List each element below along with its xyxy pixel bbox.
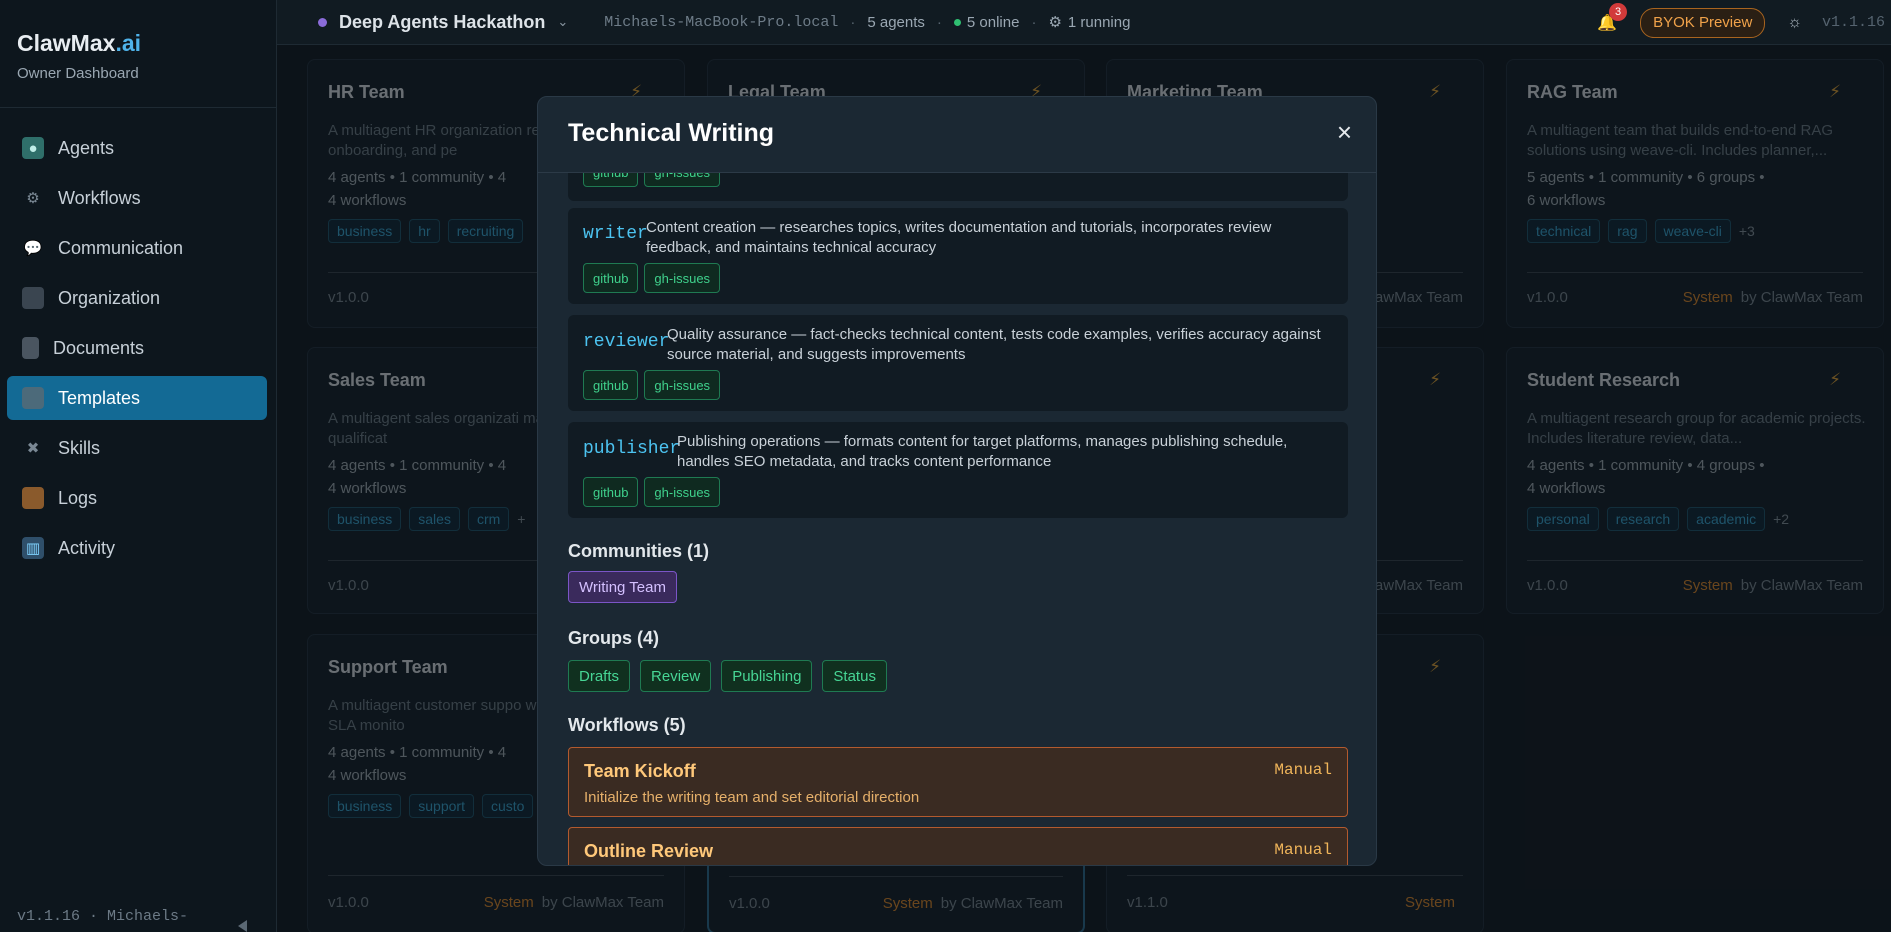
agent-name: publisher xyxy=(583,439,681,459)
gear-icon: ⚙ xyxy=(1048,14,1062,31)
workflow-item[interactable]: Outline Review Manual xyxy=(568,827,1348,865)
workflow-name: Team Kickoff xyxy=(584,761,696,781)
building-icon xyxy=(22,287,44,309)
skill-tag: gh-issues xyxy=(644,173,721,187)
sidebar: ClawMax.ai Owner Dashboard ● Agents ⚙ Work… xyxy=(0,0,277,932)
skill-tag: github xyxy=(583,173,639,187)
agent-name: reviewer xyxy=(583,332,670,352)
agent-skill-tags: github gh-issues xyxy=(583,263,721,293)
skill-tag: github xyxy=(583,477,639,507)
group-tag: Drafts xyxy=(568,660,631,692)
sidebar-item-documents[interactable]: Documents xyxy=(7,326,267,370)
robot-icon: ● xyxy=(22,137,44,159)
byok-preview-button[interactable]: BYOK Preview xyxy=(1640,7,1766,38)
groups-heading: Groups (4) xyxy=(568,628,660,648)
agent-skill-tags: github gh-issues xyxy=(583,173,721,187)
workflow-trigger: Manual xyxy=(1274,841,1332,859)
agent-name: writer xyxy=(583,224,648,244)
sidebar-item-workflows[interactable]: ⚙ Workflows xyxy=(7,176,267,220)
separator-dot: · xyxy=(1031,13,1037,31)
agent-description: Content creation — researches topics, wr… xyxy=(646,219,1272,256)
tools-icon: ✖ xyxy=(26,440,40,457)
group-list: Drafts Review Publishing Status xyxy=(568,660,887,692)
sidebar-item-label: Documents xyxy=(53,337,145,358)
sidebar-item-label: Templates xyxy=(58,387,141,408)
sidebar-divider xyxy=(0,107,277,108)
modal-title: Technical Writing xyxy=(568,119,775,147)
skill-tag: github xyxy=(583,263,639,293)
team-color-dot xyxy=(318,17,327,27)
workflow-item[interactable]: Team Kickoff Manual Initialize the writi… xyxy=(568,747,1348,817)
agent-description: Quality assurance — fact-checks technica… xyxy=(667,326,1321,363)
agent-item: reviewer Quality assurance — fact-checks… xyxy=(568,315,1348,411)
online-status-dot xyxy=(953,18,961,26)
chevron-down-icon[interactable]: ⌄ xyxy=(557,14,568,30)
sidebar-item-label: Agents xyxy=(58,137,115,158)
agent-count: 5 agents xyxy=(867,13,925,31)
sidebar-item-label: Organization xyxy=(58,287,161,308)
sidebar-item-organization[interactable]: Organization xyxy=(7,276,267,320)
separator-dot: · xyxy=(850,13,856,31)
brand-subtitle: Owner Dashboard xyxy=(17,65,139,82)
gear-icon: ⚙ xyxy=(26,190,40,207)
workflow-name: Outline Review xyxy=(584,841,714,861)
template-detail-modal: Technical Writing × github gh-issues wri… xyxy=(537,96,1377,866)
sidebar-nav: ● Agents ⚙ Workflows 💬 Communication Organi… xyxy=(7,126,267,576)
workflow-trigger: Manual xyxy=(1274,761,1332,779)
agent-item: writer Content creation — researches top… xyxy=(568,208,1348,304)
agent-item: publisher Publishing operations — format… xyxy=(568,422,1348,518)
team-selector[interactable]: Deep Agents Hackathon xyxy=(339,12,545,33)
modal-body[interactable]: github gh-issues writer Content creation… xyxy=(568,173,1348,865)
sidebar-item-agents[interactable]: ● Agents xyxy=(7,126,267,170)
host-name: Michaels-MacBook-Pro.local xyxy=(604,13,839,31)
chat-bubble-icon: 💬 xyxy=(23,240,43,257)
sidebar-item-communication[interactable]: 💬 Communication xyxy=(7,226,267,270)
document-icon xyxy=(22,337,39,359)
workflow-description: Initialize the writing team and set edit… xyxy=(584,789,920,806)
sidebar-item-label: Logs xyxy=(58,487,98,508)
bell-icon[interactable]: 🔔 3 xyxy=(1596,2,1628,34)
collapse-sidebar-icon[interactable] xyxy=(238,920,247,932)
sidebar-item-label: Activity xyxy=(58,537,116,558)
modal-header: Technical Writing × xyxy=(538,97,1376,173)
sidebar-item-logs[interactable]: Logs xyxy=(7,476,267,520)
skill-tag: gh-issues xyxy=(644,263,721,293)
app-version: v1.1.16 xyxy=(1821,14,1885,31)
skill-tag: gh-issues xyxy=(644,477,721,507)
bar-chart-icon: ▥ xyxy=(22,537,44,559)
sidebar-item-label: Skills xyxy=(58,437,101,458)
agent-skill-tags: github gh-issues xyxy=(583,477,721,507)
sidebar-item-templates[interactable]: Templates xyxy=(7,376,267,420)
group-tag: Publishing xyxy=(721,660,813,692)
separator-dot: · xyxy=(936,13,942,31)
agent-skill-tags: github gh-issues xyxy=(583,370,721,400)
community-tag: Writing Team xyxy=(568,571,677,603)
scroll-icon xyxy=(22,487,44,509)
sun-icon[interactable]: ☼ xyxy=(1787,14,1802,32)
online-count: 5 online xyxy=(966,13,1020,31)
workflows-heading: Workflows (5) xyxy=(568,715,686,735)
group-tag: Status xyxy=(822,660,887,692)
group-tag: Review xyxy=(640,660,712,692)
topbar-actions: 🔔 3 BYOK Preview ☼ v1.1.16 xyxy=(1596,0,1891,45)
agent-item: github gh-issues xyxy=(568,173,1348,201)
notification-badge: 3 xyxy=(1609,2,1628,21)
topbar: Deep Agents Hackathon ⌄ Michaels-MacBook… xyxy=(277,0,1891,45)
skill-tag: github xyxy=(583,370,639,400)
sidebar-item-activity[interactable]: ▥ Activity xyxy=(7,526,267,570)
sidebar-item-label: Workflows xyxy=(58,187,141,208)
agent-description: Publishing operations — formats content … xyxy=(677,433,1288,470)
communities-heading: Communities (1) xyxy=(568,541,710,561)
running-count: 1 running xyxy=(1067,13,1131,31)
skill-tag: gh-issues xyxy=(644,370,721,400)
template-icon xyxy=(22,387,44,409)
sidebar-item-skills[interactable]: ✖ Skills xyxy=(7,426,267,470)
brand-logo[interactable]: ClawMax.ai xyxy=(17,30,141,57)
close-icon[interactable]: × xyxy=(1337,119,1352,145)
sidebar-item-label: Communication xyxy=(58,237,184,258)
sidebar-footer-version: v1.1.16 · Michaels- xyxy=(17,908,189,925)
